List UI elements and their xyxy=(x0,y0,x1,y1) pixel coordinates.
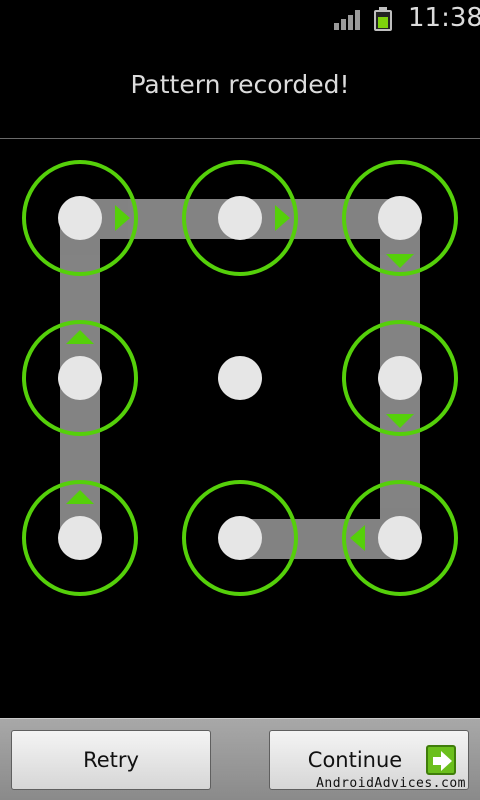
pattern-status-message: Pattern recorded! xyxy=(130,70,350,99)
arrow-right-icon xyxy=(426,745,456,775)
status-clock: 11:38 xyxy=(408,3,480,33)
dot-3[interactable] xyxy=(378,196,422,240)
pattern-grid[interactable] xyxy=(0,139,480,718)
dot-8[interactable] xyxy=(218,516,262,560)
dot-4[interactable] xyxy=(58,356,102,400)
continue-button-label: Continue xyxy=(307,748,403,772)
pattern-dots[interactable] xyxy=(58,196,422,560)
bottom-button-bar: Retry Continue AndroidAdvices.com xyxy=(0,718,480,800)
dot-9[interactable] xyxy=(378,516,422,560)
battery-charging-icon xyxy=(374,7,392,31)
retry-button[interactable]: Retry xyxy=(11,730,211,790)
dot-1[interactable] xyxy=(58,196,102,240)
header: Pattern recorded! xyxy=(0,38,480,138)
dot-6[interactable] xyxy=(378,356,422,400)
retry-button-label: Retry xyxy=(83,748,139,772)
dot-2[interactable] xyxy=(218,196,262,240)
path-segment-bottom xyxy=(240,519,400,559)
dot-5[interactable] xyxy=(218,356,262,400)
status-bar: 11:38 xyxy=(0,0,480,38)
pattern-canvas[interactable] xyxy=(0,139,480,718)
signal-bars-icon xyxy=(334,10,360,30)
watermark: AndroidAdvices.com xyxy=(316,776,466,791)
dot-7[interactable] xyxy=(58,516,102,560)
